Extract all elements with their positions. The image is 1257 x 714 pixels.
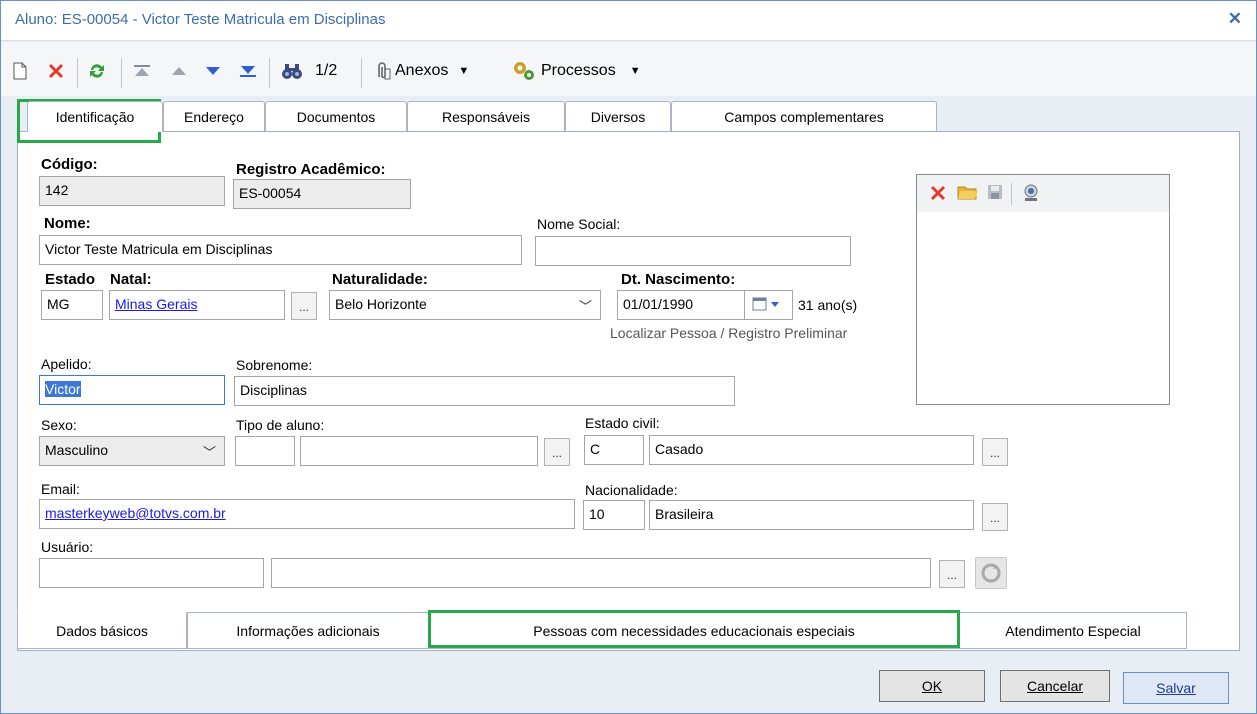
processos-label: Processos xyxy=(541,62,616,79)
age-text: 31 ano(s) xyxy=(798,297,858,313)
tipo-aluno-code-field[interactable] xyxy=(235,436,295,466)
estado-natal-link[interactable]: Minas Gerais xyxy=(115,296,197,312)
calendar-icon[interactable] xyxy=(752,296,782,315)
nacionalidade-name-field[interactable]: Brasileira xyxy=(649,500,974,530)
delete-photo-icon[interactable] xyxy=(929,184,947,205)
tab-identificacao[interactable]: Identificação xyxy=(27,101,163,132)
tipo-aluno-lookup-button[interactable]: ... xyxy=(544,438,570,466)
naturalidade-value: Belo Horizonte xyxy=(335,296,427,312)
first-record-icon[interactable] xyxy=(133,58,151,84)
save-photo-icon[interactable] xyxy=(987,184,1003,203)
last-record-icon[interactable] xyxy=(239,58,257,84)
usuario-code-field[interactable] xyxy=(39,558,264,588)
record-counter: 1/2 xyxy=(315,62,338,79)
nacionalidade-code-field[interactable]: 10 xyxy=(583,500,645,530)
sobrenome-field[interactable]: Disciplinas xyxy=(234,376,735,406)
sobrenome-label: Sobrenome: xyxy=(236,357,313,373)
photo-toolbar xyxy=(917,175,1169,212)
ok-button[interactable]: OK xyxy=(879,670,985,702)
sexo-select[interactable]: Masculino ﹀ xyxy=(39,436,225,466)
usuario-label: Usuário: xyxy=(41,539,94,555)
email-link[interactable]: masterkeyweb@totvs.com.br xyxy=(45,505,226,521)
estado-natal-lookup-button[interactable]: ... xyxy=(291,292,317,320)
anexos-button[interactable]: Anexos ▼ xyxy=(375,58,469,84)
processos-button[interactable]: Processos ▼ xyxy=(511,58,641,84)
tab-diversos[interactable]: Diversos xyxy=(565,101,671,132)
codigo-field[interactable]: 142 xyxy=(39,176,225,206)
chevron-down-icon: ﹀ xyxy=(578,299,592,314)
nome-social-label: Nome Social: xyxy=(537,216,621,232)
close-icon[interactable]: ✕ xyxy=(1228,9,1242,29)
localizar-pessoa-link[interactable]: Localizar Pessoa / Registro Preliminar xyxy=(610,325,847,341)
sexo-value: Masculino xyxy=(45,442,109,458)
dt-nascimento-value: 01/01/1990 xyxy=(623,296,694,312)
estado-civil-label: Estado civil: xyxy=(585,415,660,431)
title-bar: Aluno: ES-00054 - Victor Teste Matricula… xyxy=(1,1,1256,41)
new-document-icon[interactable] xyxy=(13,58,27,84)
usuario-name-field[interactable] xyxy=(271,558,931,588)
refresh-icon[interactable] xyxy=(87,58,107,84)
nome-social-field[interactable] xyxy=(535,236,851,266)
open-folder-icon[interactable] xyxy=(957,183,979,204)
tab-dados-basicos[interactable]: Dados básicos xyxy=(17,612,187,649)
binoculars-icon[interactable] xyxy=(281,58,303,84)
registro-academico-label: Registro Acadêmico: xyxy=(236,161,386,178)
cancelar-button[interactable]: Cancelar xyxy=(1000,670,1110,702)
registro-academico-field[interactable]: ES-00054 xyxy=(233,179,411,209)
processes-gear-icon xyxy=(511,60,537,82)
usuario-lookup-button[interactable]: ... xyxy=(939,560,965,588)
window-title: Aluno: ES-00054 - Victor Teste Matricula… xyxy=(15,11,386,28)
estado-civil-lookup-button[interactable]: ... xyxy=(982,438,1008,466)
tab-atendimento-especial[interactable]: Atendimento Especial xyxy=(959,612,1187,649)
student-dialog-window: Aluno: ES-00054 - Victor Teste Matricula… xyxy=(0,0,1257,714)
estado-natal-code-field[interactable]: MG xyxy=(41,290,103,320)
toolbar: 1/2 Anexos ▼ Processos ▼ xyxy=(1,42,1256,96)
nacionalidade-lookup-button[interactable]: ... xyxy=(982,503,1008,531)
naturalidade-label: Naturalidade: xyxy=(332,271,428,288)
dt-nascimento-field[interactable]: 01/01/1990 xyxy=(617,290,793,320)
estado-label: Estado xyxy=(45,271,96,288)
apelido-value: Victor xyxy=(45,381,81,397)
estado-civil-name-field[interactable]: Casado xyxy=(649,435,974,465)
natal-label: Natal: xyxy=(110,271,152,288)
tab-documentos[interactable]: Documentos xyxy=(265,101,407,132)
apelido-field[interactable]: Victor xyxy=(39,375,225,405)
paperclip-icon xyxy=(375,61,391,81)
tipo-aluno-label: Tipo de aluno: xyxy=(236,417,325,433)
chevron-down-icon: ﹀ xyxy=(202,445,216,460)
processos-dropdown-icon: ▼ xyxy=(629,65,641,77)
tab-responsaveis[interactable]: Responsáveis xyxy=(407,101,565,132)
apelido-label: Apelido: xyxy=(41,356,92,372)
delete-icon[interactable] xyxy=(47,58,65,84)
tab-informacoes-adicionais[interactable]: Informações adicionais xyxy=(187,612,429,649)
previous-record-icon[interactable] xyxy=(171,58,187,84)
sexo-label: Sexo: xyxy=(41,417,77,433)
naturalidade-select[interactable]: Belo Horizonte ﹀ xyxy=(329,290,601,320)
codigo-label: Código: xyxy=(41,156,98,173)
tab-campos-complementares[interactable]: Campos complementares xyxy=(671,101,937,132)
nome-field[interactable]: Victor Teste Matricula em Disciplinas xyxy=(39,235,522,265)
email-field[interactable]: masterkeyweb@totvs.com.br xyxy=(39,499,575,529)
estado-natal-name-field[interactable]: Minas Gerais xyxy=(109,290,285,320)
tab-endereco[interactable]: Endereço xyxy=(163,101,265,132)
anexos-label: Anexos xyxy=(395,62,449,79)
email-label: Email: xyxy=(41,481,80,497)
anexos-dropdown-icon: ▼ xyxy=(458,65,470,77)
nacionalidade-label: Nacionalidade: xyxy=(585,482,678,498)
tab-pessoas-necessidades-especiais[interactable]: Pessoas com necessidades educacionais es… xyxy=(429,612,959,649)
dt-nascimento-label: Dt. Nascimento: xyxy=(621,271,736,288)
next-record-icon[interactable] xyxy=(205,58,221,84)
webcam-icon[interactable] xyxy=(1021,183,1041,206)
usuario-refresh-icon[interactable] xyxy=(975,557,1007,589)
photo-box xyxy=(916,174,1170,405)
nome-label: Nome: xyxy=(44,215,91,232)
estado-civil-code-field[interactable]: C xyxy=(584,435,644,465)
tipo-aluno-name-field[interactable] xyxy=(300,436,538,466)
salvar-button[interactable]: Salvar xyxy=(1123,672,1229,704)
